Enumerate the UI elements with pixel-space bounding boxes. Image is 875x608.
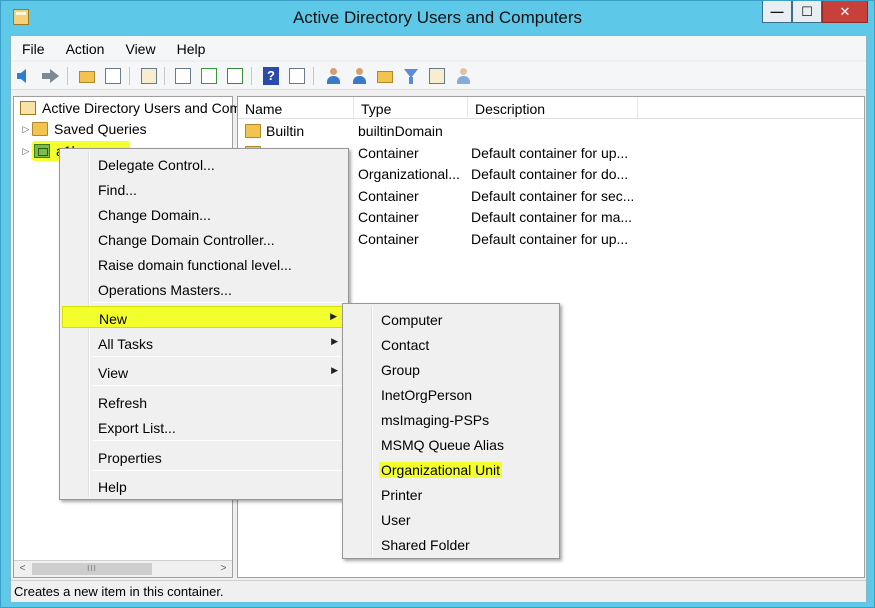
- new-group-icon[interactable]: [349, 66, 369, 86]
- submenu-item-computer[interactable]: Computer: [345, 308, 557, 330]
- menu-file[interactable]: File: [11, 36, 55, 60]
- submenu-item-organizational-unit[interactable]: Organizational Unit: [345, 458, 557, 480]
- clipboard-icon[interactable]: [139, 66, 159, 86]
- refresh-icon[interactable]: [199, 66, 219, 86]
- new-submenu: Computer Contact Group InetOrgPerson msI…: [342, 303, 560, 559]
- snapin-icon: [20, 101, 36, 115]
- submenu-arrow-icon: ▶: [331, 365, 338, 375]
- back-icon[interactable]: [16, 66, 36, 86]
- menu-view[interactable]: View: [114, 36, 165, 60]
- window-controls: — ☐ ✕: [762, 1, 868, 25]
- menu-action[interactable]: Action: [55, 36, 115, 60]
- menu-item-export-list[interactable]: Export List...: [62, 416, 346, 438]
- folder-icon: [32, 122, 48, 136]
- menu-item-find[interactable]: Find...: [62, 178, 346, 200]
- submenu-arrow-icon: ▶: [330, 311, 337, 321]
- submenu-item-contact[interactable]: Contact: [345, 333, 557, 355]
- tree-item-root[interactable]: Active Directory Users and Com: [20, 97, 241, 119]
- up-folder-icon[interactable]: [77, 66, 97, 86]
- domain-icon: [34, 144, 50, 158]
- delegate-icon[interactable]: [453, 66, 473, 86]
- properties-icon[interactable]: [173, 66, 193, 86]
- submenu-item-shared-folder[interactable]: Shared Folder: [345, 533, 557, 555]
- title-bar[interactable]: Active Directory Users and Computers — ☐…: [1, 1, 874, 35]
- scroll-right-button[interactable]: >: [215, 561, 232, 577]
- new-ou-icon[interactable]: [375, 66, 395, 86]
- expand-arrow-icon[interactable]: ▷: [20, 146, 32, 157]
- submenu-item-user[interactable]: User: [345, 508, 557, 530]
- submenu-arrow-icon: ▶: [331, 336, 338, 346]
- close-button[interactable]: ✕: [822, 1, 868, 23]
- column-header-name[interactable]: Name: [238, 97, 354, 119]
- app-window: Active Directory Users and Computers — ☐…: [0, 0, 875, 608]
- folder-icon: [245, 124, 261, 138]
- forward-icon[interactable]: [41, 66, 61, 86]
- menu-item-change-domain[interactable]: Change Domain...: [62, 203, 346, 225]
- find-icon[interactable]: [427, 66, 447, 86]
- show-console-tree-icon[interactable]: [103, 66, 123, 86]
- expand-arrow-icon[interactable]: ▷: [20, 124, 32, 135]
- table-row[interactable]: Builtin builtinDomain: [238, 120, 864, 142]
- menu-item-change-domain-controller[interactable]: Change Domain Controller...: [62, 228, 346, 250]
- menu-item-new[interactable]: New ▶: [62, 306, 346, 328]
- menu-item-all-tasks[interactable]: All Tasks ▶: [62, 332, 346, 354]
- list-header: Name Type Description: [238, 97, 864, 119]
- toolbar: ?: [11, 62, 866, 90]
- menu-help[interactable]: Help: [166, 36, 216, 60]
- scroll-left-button[interactable]: <: [14, 561, 31, 577]
- submenu-item-msmq-queue-alias[interactable]: MSMQ Queue Alias: [345, 433, 557, 455]
- submenu-item-inetorgperson[interactable]: InetOrgPerson: [345, 383, 557, 405]
- menu-item-properties[interactable]: Properties: [62, 446, 346, 468]
- maximize-button[interactable]: ☐: [792, 1, 822, 23]
- submenu-item-msimaging-psps[interactable]: msImaging-PSPs: [345, 408, 557, 430]
- help-icon[interactable]: ?: [261, 66, 281, 86]
- column-header-type[interactable]: Type: [354, 97, 468, 119]
- submenu-item-printer[interactable]: Printer: [345, 483, 557, 505]
- scroll-thumb[interactable]: III: [32, 563, 152, 575]
- menu-item-refresh[interactable]: Refresh: [62, 391, 346, 413]
- menu-item-view[interactable]: View ▶: [62, 361, 346, 383]
- export-list-icon[interactable]: [225, 66, 245, 86]
- tree-item-saved-queries[interactable]: ▷ Saved Queries: [20, 118, 147, 140]
- minimize-button[interactable]: —: [762, 1, 792, 23]
- submenu-item-group[interactable]: Group: [345, 358, 557, 380]
- menu-item-help[interactable]: Help: [62, 475, 346, 497]
- tree-horizontal-scrollbar[interactable]: < III >: [14, 560, 232, 577]
- menu-item-operations-masters[interactable]: Operations Masters...: [62, 278, 346, 300]
- new-user-icon[interactable]: [323, 66, 343, 86]
- menu-item-raise-functional-level[interactable]: Raise domain functional level...: [62, 253, 346, 275]
- column-header-description[interactable]: Description: [468, 97, 638, 119]
- window-title: Active Directory Users and Computers: [292, 8, 583, 27]
- menu-item-delegate-control[interactable]: Delegate Control...: [62, 153, 346, 175]
- console-icon[interactable]: [287, 66, 307, 86]
- context-menu: Delegate Control... Find... Change Domai…: [59, 148, 349, 500]
- status-bar: Creates a new item in this container.: [11, 580, 866, 602]
- filter-icon[interactable]: [401, 66, 421, 86]
- menu-bar: File Action View Help: [11, 36, 866, 60]
